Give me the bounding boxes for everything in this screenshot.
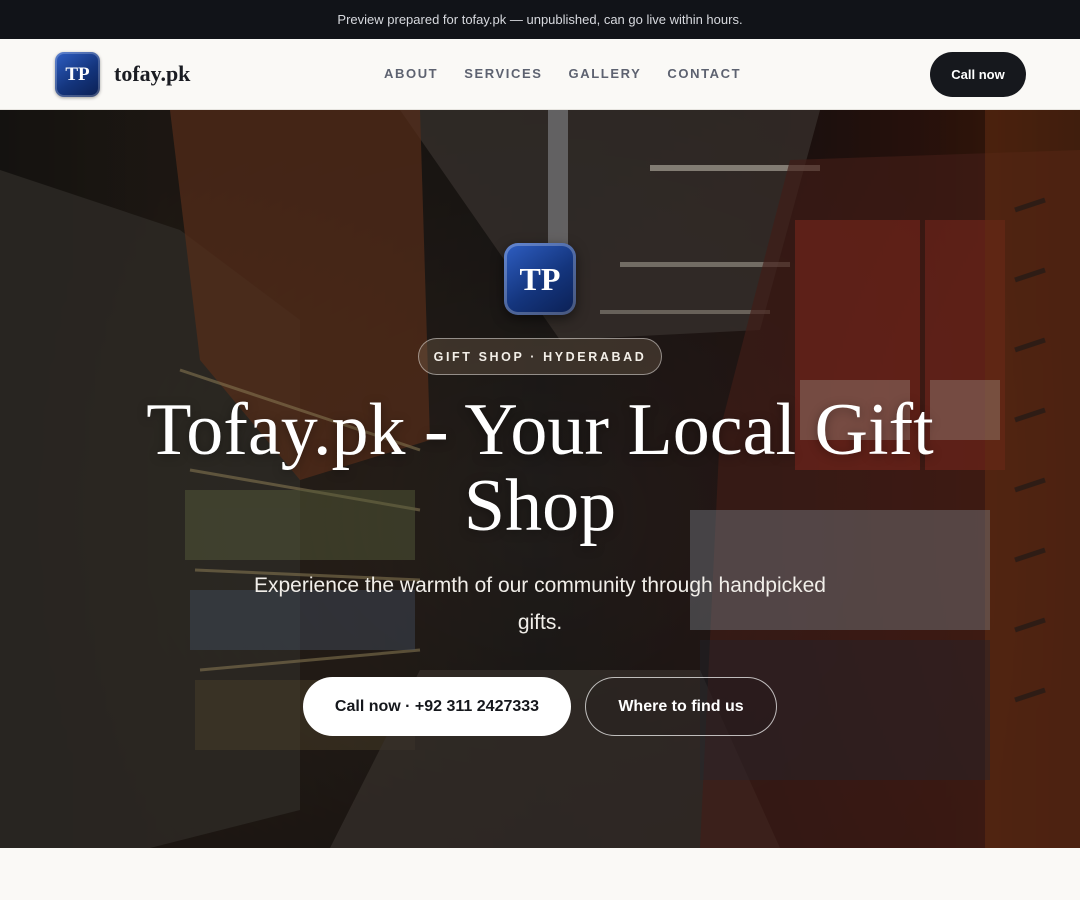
hero-eyebrow-badge: GIFT SHOP · HYDERABAD [418, 338, 662, 375]
nav-link-contact[interactable]: CONTACT [667, 66, 741, 81]
nav-link-gallery[interactable]: GALLERY [569, 66, 642, 81]
hero-subtitle: Experience the warmth of our community t… [254, 574, 826, 634]
brand-name[interactable]: tofay.pk [114, 61, 190, 87]
hero-section: TP GIFT SHOP · HYDERABAD Tofay.pk - Your… [0, 110, 1080, 848]
where-to-find-us-button[interactable]: Where to find us [585, 677, 777, 736]
nav-link-services[interactable]: SERVICES [464, 66, 542, 81]
call-phone-button[interactable]: Call now · +92 311 2427333 [303, 677, 571, 736]
preview-banner: Preview prepared for tofay.pk — unpublis… [0, 0, 1080, 39]
logo-badge-icon[interactable]: TP [55, 52, 100, 97]
call-now-button[interactable]: Call now [930, 52, 1026, 97]
main-nav: ABOUT SERVICES GALLERY CONTACT [384, 66, 767, 81]
nav-link-about[interactable]: ABOUT [384, 66, 438, 81]
next-section [0, 848, 1080, 900]
preview-banner-text: Preview prepared for tofay.pk — unpublis… [337, 12, 743, 27]
hero-title: Tofay.pk - Your Local Gift Shop [146, 389, 934, 547]
site-header: TP tofay.pk ABOUT SERVICES GALLERY CONTA… [0, 39, 1080, 110]
hero-logo-icon: TP [504, 243, 576, 315]
